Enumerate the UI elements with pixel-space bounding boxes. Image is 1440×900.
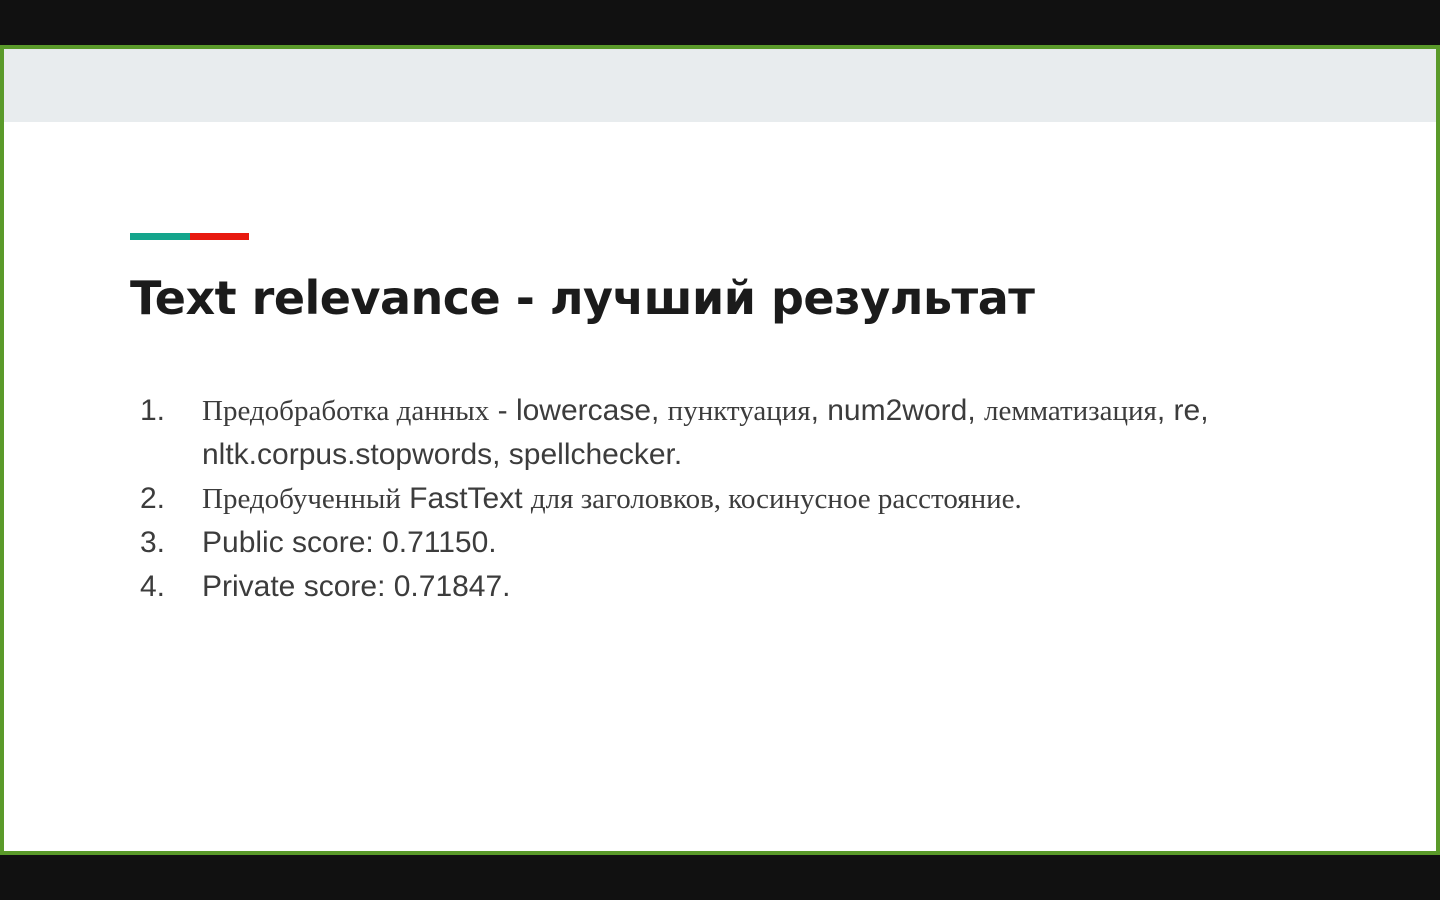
accent-teal-segment [130,233,190,240]
top-letterbox-bar [0,0,1440,45]
title-accent-line [130,233,249,240]
list-item-text: Private score: 0.71847. [202,570,511,603]
list-item-text-part: Предобработка данных [202,395,490,427]
list-item-text: Предобученный FastText для заголовков, к… [202,477,1300,521]
slide-frame: Text relevance - лучший результат 1. Пре… [0,45,1440,855]
list-item-number: 2. [140,482,166,515]
list-item-number: 3. [140,526,166,559]
list-item: 1. Предобработка данных - lowercase, пун… [140,389,1300,477]
slide-header-band [4,49,1436,122]
list-item-number: 4. [140,570,166,603]
list-item-text-part: - lowercase, [489,394,668,427]
list-item-text-part: пунктуация [667,395,811,427]
list-item-text-part: Предобученный [202,483,401,515]
list-item-text: Предобработка данных - lowercase, пункту… [202,389,1300,477]
list-item-text-part: FastText [400,482,531,515]
bottom-letterbox-bar [0,855,1440,900]
list-item: 3. Public score: 0.71150. [140,521,1300,565]
bullet-list: 1. Предобработка данных - lowercase, пун… [140,389,1300,609]
slide-title: Text relevance - лучший результат [130,271,1035,325]
list-item-text: Public score: 0.71150. [202,526,497,559]
list-item-text-part: , num2word, [810,394,984,427]
list-item: 4. Private score: 0.71847. [140,565,1300,609]
list-item-number: 1. [140,394,166,427]
list-item: 2. Предобученный FastText для заголовков… [140,477,1300,521]
accent-red-segment [190,233,249,240]
list-item-text-part: для заголовков, косинусное расстояние. [530,483,1022,515]
list-item-text-part: лемматизация [984,395,1157,427]
